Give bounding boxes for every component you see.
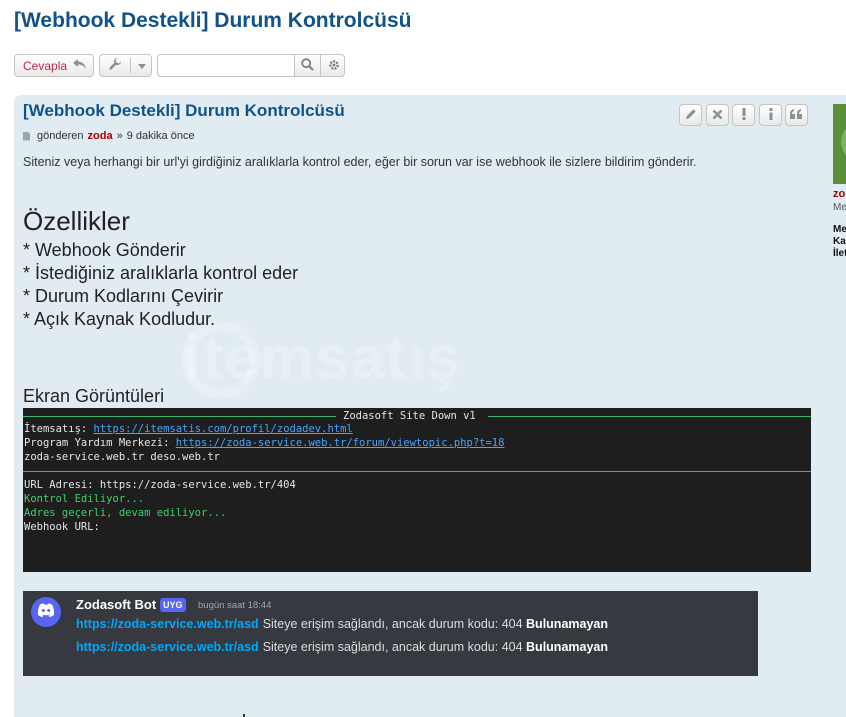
terminal-screenshot: Zodasoft Site Down v1 İtemsatış: https:/… [23, 408, 811, 572]
features-list: * Webhook Gönderir * İstediğiniz aralıkl… [23, 239, 298, 331]
discord-bot-tag: UYG [160, 598, 186, 612]
post-title[interactable]: [Webhook Destekli] Durum Kontrolcüsü [23, 101, 345, 121]
close-icon [712, 108, 723, 123]
search-button[interactable] [294, 55, 320, 76]
feature-item: * Webhook Gönderir [23, 240, 186, 260]
edit-button[interactable] [679, 104, 702, 126]
gear-icon [328, 56, 340, 75]
discord-message: https://zoda-service.web.tr/asd Siteye er… [76, 617, 608, 631]
post-description: Siteniz veya herhangi bir url'yi girdiği… [23, 155, 697, 169]
chevron-down-icon [138, 64, 146, 69]
terminal-label: Program Yardım Merkezi: [24, 437, 176, 449]
quote-button[interactable] [785, 104, 808, 126]
advanced-search-button[interactable] [320, 55, 344, 76]
delete-button[interactable] [706, 104, 729, 126]
discord-message-text: Siteye erişim sağlandı, ancak durum kodu… [262, 617, 527, 631]
terminal-link[interactable]: https://itemsatis.com/profil/zodadev.htm… [94, 423, 353, 435]
post-icon [23, 131, 30, 141]
post-profile-sidebar: zo Me Me Ka İlet [832, 104, 846, 264]
terminal-line: Kontrol Ediliyor... [24, 493, 145, 505]
feature-item: * Durum Kodlarını Çevirir [23, 286, 224, 306]
discord-message-link[interactable]: https://zoda-service.web.tr/asd [76, 617, 259, 631]
topic-tools-button[interactable] [99, 54, 152, 77]
terminal-line: Program Yardım Merkezi: https://zoda-ser… [24, 437, 504, 449]
topic-search [157, 54, 345, 77]
profile-detail: Me [833, 224, 846, 235]
reply-arrow-icon [73, 58, 87, 73]
discord-message-link[interactable]: https://zoda-service.web.tr/asd [76, 640, 259, 654]
discord-avatar [31, 597, 61, 627]
profile-detail: Ka [833, 236, 846, 247]
post: itemsatış [Webhook Destekli] Durum Kontr… [14, 95, 846, 717]
author-name[interactable]: zoda [88, 130, 113, 142]
quote-icon [790, 108, 803, 123]
search-input[interactable] [158, 55, 294, 76]
profile-rank: Me [833, 202, 846, 213]
avatar-circle [841, 122, 846, 162]
terminal-rule [488, 416, 811, 417]
feature-item: * Açık Kaynak Kodludur. [23, 309, 216, 329]
discord-message-time: bugün saat 18:44 [198, 600, 272, 611]
discord-logo-icon [37, 603, 55, 622]
avatar[interactable] [833, 104, 846, 184]
pencil-icon [685, 108, 697, 123]
discord-screenshot: Zodasoft Bot UYG bugün saat 18:44 https:… [23, 591, 758, 676]
feature-item: * İstediğiniz aralıklarla kontrol eder [23, 263, 299, 283]
info-button[interactable] [759, 104, 782, 126]
profile-username[interactable]: zo [833, 188, 845, 200]
discord-message-text: Siteye erişim sağlandı, ancak durum kodu… [262, 640, 527, 654]
discord-message-bold: Bulunamayan [526, 640, 608, 654]
topic-title[interactable]: [Webhook Destekli] Durum Kontrolcüsü [14, 9, 411, 33]
watermark: itemsatış [184, 324, 463, 391]
terminal-line: zoda-service.web.tr deso.web.tr [24, 451, 220, 463]
author-separator: » [116, 130, 123, 142]
post-body: itemsatış [Webhook Destekli] Durum Kontr… [14, 95, 824, 717]
wrench-icon [108, 57, 122, 74]
terminal-rule [23, 416, 336, 417]
search-icon [301, 56, 314, 75]
post-author-line: gönderen zoda » 9 dakika önce [23, 130, 195, 142]
terminal-label: İtemsatış: [24, 423, 94, 435]
terminal-line: Adres geçerli, devam ediliyor... [24, 507, 227, 519]
discord-message: https://zoda-service.web.tr/asd Siteye er… [76, 640, 608, 654]
reply-button-label: Cevapla [23, 58, 68, 73]
terminal-line: Webhook URL: [24, 521, 100, 533]
terminal-link[interactable]: https://zoda-service.web.tr/forum/viewto… [176, 437, 505, 449]
report-button[interactable] [732, 104, 755, 126]
reply-button[interactable]: Cevapla [14, 54, 94, 77]
post-time: 9 dakika önce [126, 130, 195, 142]
author-prefix: gönderen [37, 130, 84, 142]
terminal-rule [23, 471, 811, 472]
terminal-title: Zodasoft Site Down v1 [343, 410, 476, 422]
info-icon [768, 107, 774, 123]
discord-bot-name: Zodasoft Bot [76, 597, 157, 612]
profile-detail: İlet [833, 248, 846, 259]
screenshots-heading: Ekran Görüntüleri [23, 386, 165, 406]
features-heading: Özellikler [23, 206, 130, 236]
exclamation-icon [741, 107, 747, 123]
tools-divider [130, 58, 131, 73]
discord-message-bold: Bulunamayan [526, 617, 608, 631]
terminal-line: URL Adresi: https://zoda-service.web.tr/… [24, 479, 296, 491]
terminal-line: İtemsatış: https://itemsatis.com/profil/… [24, 423, 353, 435]
